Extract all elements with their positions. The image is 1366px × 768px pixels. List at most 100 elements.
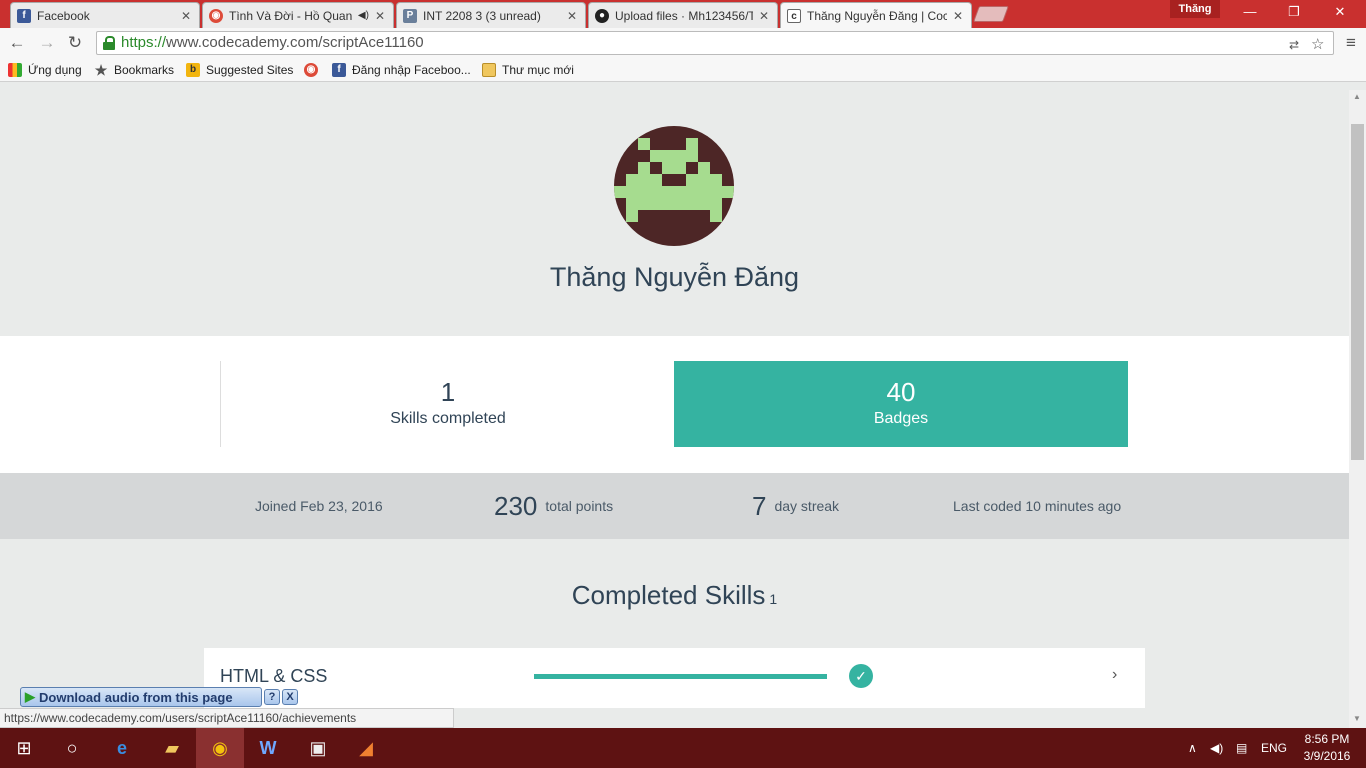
scroll-thumb[interactable] xyxy=(1351,124,1364,460)
url-scheme: https:// xyxy=(121,34,167,51)
scroll-up-icon[interactable]: ▲ xyxy=(1353,92,1361,101)
tray-chevron-icon[interactable]: ∧ xyxy=(1188,728,1197,768)
badges-label: Badges xyxy=(873,410,929,427)
status-bubble: https://www.codecademy.com/users/scriptA… xyxy=(0,708,454,728)
facebook-icon: f xyxy=(332,63,346,77)
close-overlay-button[interactable]: X xyxy=(282,689,298,705)
day-streak: 7 day streak xyxy=(752,473,839,539)
chrome-taskbar-icon[interactable]: ◉ xyxy=(196,728,244,768)
points-value: 230 xyxy=(494,490,538,521)
bookmark-chrome[interactable]: ◉ xyxy=(304,62,324,78)
tab-int2208[interactable]: P INT 2208 3 (3 unread) ✕ xyxy=(396,2,586,28)
close-window-icon[interactable]: ✕ xyxy=(1318,0,1362,24)
tab-label: Thăng Nguyễn Đăng | Coc xyxy=(807,8,947,23)
clock-date: 3/9/2016 xyxy=(1303,749,1351,763)
profile-meta-bar: Joined Feb 23, 2016 230 total points 7 d… xyxy=(0,473,1349,539)
tab-music[interactable]: ◉ Tình Và Đời - Hồ Quan ◀) ✕ xyxy=(202,2,394,28)
tab-close-icon[interactable]: ✕ xyxy=(567,9,577,23)
lock-icon xyxy=(103,36,115,50)
skill-row-html-css[interactable]: HTML & CSS ✓ › xyxy=(204,648,1145,708)
points-label: total points xyxy=(545,498,614,514)
bookmark-bookmarks[interactable]: ★ Bookmarks xyxy=(94,62,174,78)
bookmark-label: Đăng nhập Faceboo... xyxy=(352,63,471,77)
bookmark-label: Suggested Sites xyxy=(206,63,294,77)
page-viewport: Thăng Nguyễn Đăng 1 Skills completed 40 … xyxy=(0,90,1349,728)
joined-date: Joined Feb 23, 2016 xyxy=(255,498,383,514)
badges-tab[interactable]: 40 Badges xyxy=(674,361,1128,447)
skills-count: 1 xyxy=(440,377,456,407)
skill-progress-bar xyxy=(534,674,827,679)
audio-icon[interactable]: ◀) xyxy=(358,10,369,21)
codecademy-icon: c xyxy=(787,8,801,23)
play-icon: ▶ xyxy=(25,689,35,704)
stats-panel: 1 Skills completed 40 Badges xyxy=(0,336,1349,473)
volume-icon[interactable]: ◀) xyxy=(1210,728,1223,768)
download-audio-bar: ▶ Download audio from this page ? X xyxy=(20,686,300,708)
help-button[interactable]: ? xyxy=(264,689,280,705)
tab-close-icon[interactable]: ✕ xyxy=(953,9,963,23)
forward-icon[interactable]: → xyxy=(36,33,58,53)
bookmark-label: Ứng dụng xyxy=(28,63,82,77)
facebook-icon: f xyxy=(17,8,31,23)
taskbar: ⊞ ○ e ▰ ◉ W ▣ ◢ ∧ ◀) ▤ ENG 8:56 PM 3/9/2… xyxy=(0,728,1366,768)
edge-icon[interactable]: e xyxy=(98,728,146,768)
chrome-icon: ◉ xyxy=(209,8,223,23)
tab-codecademy[interactable]: c Thăng Nguyễn Đăng | Coc ✕ xyxy=(780,2,972,28)
menu-icon[interactable]: ≡ xyxy=(1340,33,1362,53)
clock[interactable]: 8:56 PM 3/9/2016 xyxy=(1292,731,1362,765)
matlab-icon[interactable]: ◢ xyxy=(342,728,390,768)
avatar xyxy=(614,126,734,246)
windows-start-icon[interactable]: ⊞ xyxy=(0,728,48,768)
language-indicator[interactable]: ENG xyxy=(1261,728,1287,768)
reload-icon[interactable]: ↻ xyxy=(64,33,86,53)
tab-label: Tình Và Đời - Hồ Quan xyxy=(229,8,353,23)
bookmarks-bar: Ứng dụng ★ Bookmarks b Suggested Sites ◉… xyxy=(0,58,1366,82)
skills-label: Skills completed xyxy=(390,410,506,427)
word-icon[interactable]: W xyxy=(244,728,292,768)
streak-label: day streak xyxy=(774,498,840,514)
github-icon: ● xyxy=(595,8,609,23)
tab-github[interactable]: ● Upload files · Mh123456/T ✕ xyxy=(588,2,778,28)
apps-grid-icon xyxy=(8,63,22,77)
tab-label: Upload files · Mh123456/T xyxy=(615,8,753,23)
translate-icon[interactable]: ⇄ xyxy=(1289,34,1299,56)
download-audio-button[interactable]: ▶ Download audio from this page xyxy=(20,687,262,707)
tab-label: Facebook xyxy=(37,8,90,23)
last-coded: Last coded 10 minutes ago xyxy=(953,498,1122,514)
url-text: www.codecademy.com/scriptAce11160 xyxy=(166,34,424,51)
completed-skills-heading: Completed Skills 1 xyxy=(0,580,1349,611)
app-icon[interactable]: ▣ xyxy=(294,728,342,768)
page-scrollbar[interactable]: ▲ ▼ xyxy=(1349,90,1366,728)
bookmark-label: Thư mục mới xyxy=(502,63,574,77)
bookmark-star-icon[interactable]: ☆ xyxy=(1311,34,1324,56)
notifications-icon[interactable]: ▤ xyxy=(1236,728,1247,768)
minimize-icon[interactable]: — xyxy=(1228,0,1272,24)
streak-value: 7 xyxy=(752,490,767,521)
profile-header: Thăng Nguyễn Đăng xyxy=(0,90,1349,336)
total-points: 230 total points xyxy=(494,473,613,539)
restore-icon[interactable]: ❐ xyxy=(1272,0,1316,24)
search-icon[interactable]: ○ xyxy=(48,728,96,768)
file-explorer-icon[interactable]: ▰ xyxy=(148,728,196,768)
address-bar[interactable]: https://www.codecademy.com/scriptAce1116… xyxy=(96,31,1334,55)
tab-facebook[interactable]: f Facebook ✕ xyxy=(10,2,200,28)
bookmark-new-folder[interactable]: Thư mục mới xyxy=(482,62,574,78)
bookmark-facebook-login[interactable]: f Đăng nhập Faceboo... xyxy=(332,62,471,78)
folder-icon xyxy=(482,63,496,77)
tab-close-icon[interactable]: ✕ xyxy=(375,9,385,23)
new-tab-button[interactable] xyxy=(973,6,1009,22)
bookmark-label: Bookmarks xyxy=(114,63,175,77)
check-icon: ✓ xyxy=(849,664,873,688)
tab-label: INT 2208 3 (3 unread) xyxy=(423,8,541,23)
section-count: 1 xyxy=(769,591,778,607)
tab-close-icon[interactable]: ✕ xyxy=(759,9,769,23)
bing-icon: b xyxy=(186,63,200,77)
bookmark-apps[interactable]: Ứng dụng xyxy=(8,62,82,78)
profile-button[interactable]: Thăng xyxy=(1170,0,1220,18)
bookmark-suggested-sites[interactable]: b Suggested Sites xyxy=(186,62,293,78)
scroll-down-icon[interactable]: ▼ xyxy=(1353,714,1361,723)
back-icon[interactable]: ← xyxy=(6,33,28,53)
skills-completed-tab[interactable]: 1 Skills completed xyxy=(221,361,675,447)
profile-name: Thăng Nguyễn Đăng xyxy=(549,262,800,292)
tab-close-icon[interactable]: ✕ xyxy=(181,9,191,23)
